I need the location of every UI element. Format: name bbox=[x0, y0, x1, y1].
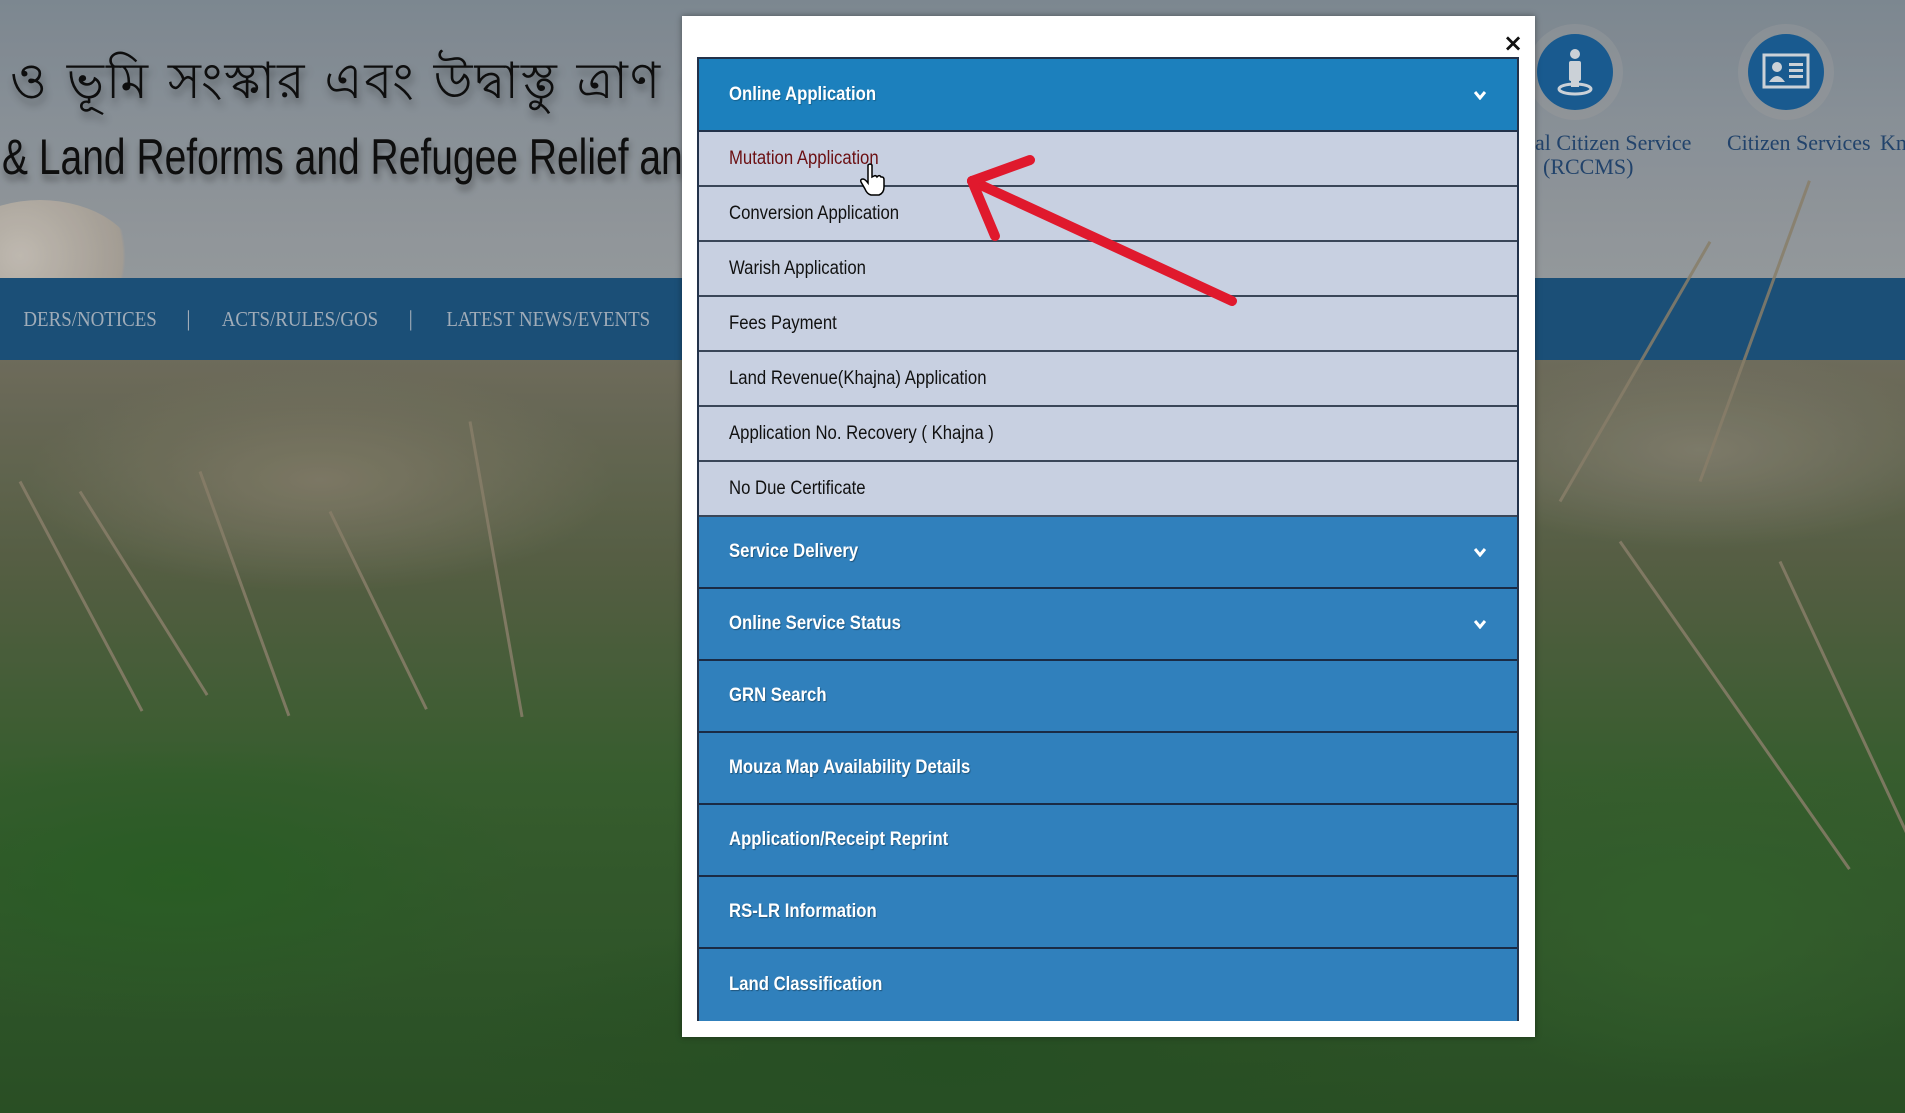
section-online-service-status[interactable]: Online Service Status bbox=[699, 589, 1517, 661]
link-application-receipt-reprint[interactable]: Application/Receipt Reprint bbox=[699, 805, 1517, 877]
menu-item-fees-payment[interactable]: Fees Payment bbox=[699, 297, 1517, 352]
close-button[interactable]: × bbox=[1501, 30, 1525, 56]
menu-item-land-revenue-application[interactable]: Land Revenue(Khajna) Application bbox=[699, 352, 1517, 407]
link-label: Mouza Map Availability Details bbox=[729, 757, 971, 778]
link-label: RS-LR Information bbox=[729, 901, 877, 922]
link-mouza-map-availability[interactable]: Mouza Map Availability Details bbox=[699, 733, 1517, 805]
menu-item-label: No Due Certificate bbox=[729, 477, 866, 499]
services-accordion: Online Application Mutation Application … bbox=[697, 57, 1519, 1021]
menu-item-label: Land Revenue(Khajna) Application bbox=[729, 367, 987, 389]
menu-item-label: Conversion Application bbox=[729, 202, 900, 224]
section-label: Online Service Status bbox=[729, 613, 901, 634]
menu-item-no-due-certificate[interactable]: No Due Certificate bbox=[699, 462, 1517, 517]
link-land-classification[interactable]: Land Classification bbox=[699, 949, 1517, 1021]
menu-item-label: Fees Payment bbox=[729, 312, 837, 334]
link-label: GRN Search bbox=[729, 685, 827, 706]
menu-item-mutation-application[interactable]: Mutation Application bbox=[699, 132, 1517, 187]
chevron-down-icon bbox=[1473, 617, 1487, 631]
menu-item-application-no-recovery[interactable]: Application No. Recovery ( Khajna ) bbox=[699, 407, 1517, 462]
menu-item-warish-application[interactable]: Warish Application bbox=[699, 242, 1517, 297]
section-label: Online Application bbox=[729, 83, 877, 105]
menu-item-conversion-application[interactable]: Conversion Application bbox=[699, 187, 1517, 242]
section-label: Service Delivery bbox=[729, 541, 859, 562]
menu-item-label: Mutation Application bbox=[729, 147, 879, 169]
hand-pointer-cursor-icon bbox=[860, 163, 885, 196]
section-service-delivery[interactable]: Service Delivery bbox=[699, 517, 1517, 589]
section-online-application[interactable]: Online Application bbox=[699, 59, 1517, 132]
chevron-down-icon bbox=[1473, 88, 1487, 102]
services-modal: × Online Application Mutation Applicatio… bbox=[682, 16, 1535, 1037]
chevron-down-icon bbox=[1473, 545, 1487, 559]
link-label: Application/Receipt Reprint bbox=[729, 829, 949, 850]
menu-item-label: Warish Application bbox=[729, 257, 866, 279]
link-rs-lr-information[interactable]: RS-LR Information bbox=[699, 877, 1517, 949]
link-label: Land Classification bbox=[729, 974, 883, 995]
link-grn-search[interactable]: GRN Search bbox=[699, 661, 1517, 733]
menu-item-label: Application No. Recovery ( Khajna ) bbox=[729, 422, 994, 444]
